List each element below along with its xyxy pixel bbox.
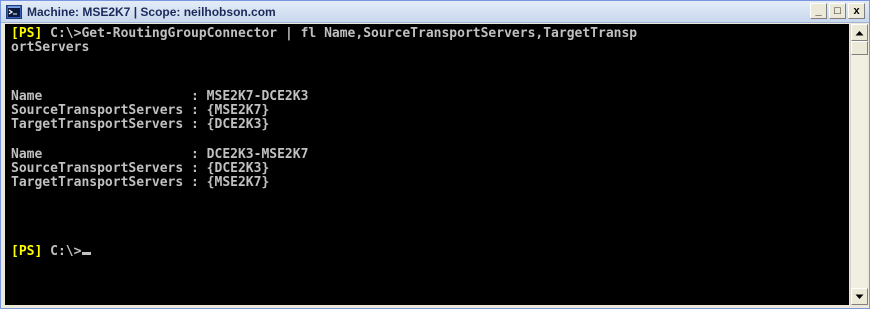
close-button[interactable]: x	[848, 3, 865, 19]
arrow-up-icon	[855, 30, 864, 35]
command-text: C:\>Get-RoutingGroupConnector | fl Name,…	[42, 26, 638, 41]
record-name-line: Name : DCE2K3-MSE2K7	[11, 147, 309, 162]
powershell-console-icon[interactable]	[6, 4, 22, 20]
record-source-line: SourceTransportServers : {DCE2K3}	[11, 161, 270, 176]
restore-button[interactable]: □	[829, 3, 846, 19]
scroll-up-button[interactable]	[851, 24, 868, 41]
prompt-tag: [PS]	[11, 26, 43, 41]
arrow-down-icon	[855, 294, 864, 299]
text-cursor	[82, 252, 92, 255]
scrollbar-thumb[interactable]	[851, 41, 868, 55]
final-prompt-line: [PS] C:\>	[11, 244, 92, 259]
command-line-wrap: ortServers	[11, 40, 90, 55]
record-target-line: TargetTransportServers : {MSE2K7}	[11, 175, 270, 190]
window-title: Machine: MSE2K7 | Scope: neilhobson.com	[27, 4, 276, 19]
record-target-line: TargetTransportServers : {DCE2K3}	[11, 117, 270, 132]
scroll-down-button[interactable]	[851, 288, 868, 305]
prompt-tag: [PS]	[11, 244, 43, 259]
record-source-line: SourceTransportServers : {MSE2K7}	[11, 103, 270, 118]
record-name-line: Name : MSE2K7-DCE2K3	[11, 89, 309, 104]
minimize-button[interactable]: _	[810, 3, 827, 19]
command-line: [PS] C:\>Get-RoutingGroupConnector | fl …	[11, 27, 637, 41]
powershell-window: Machine: MSE2K7 | Scope: neilhobson.com …	[0, 0, 870, 309]
window-controls: _ □ x	[810, 3, 865, 19]
title-bar[interactable]: Machine: MSE2K7 | Scope: neilhobson.com …	[1, 1, 869, 23]
prompt-path: C:\>	[42, 244, 82, 259]
vertical-scrollbar[interactable]	[850, 24, 868, 305]
console-output[interactable]: [PS] C:\>Get-RoutingGroupConnector | fl …	[5, 24, 849, 305]
